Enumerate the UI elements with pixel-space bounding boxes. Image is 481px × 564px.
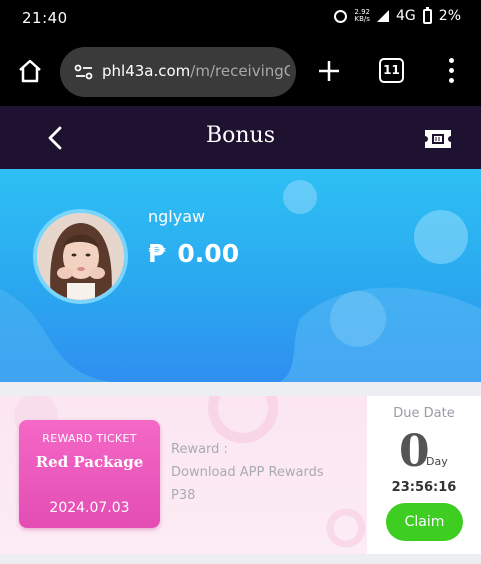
battery-icon <box>422 6 432 24</box>
data-rate-unit: KB/s <box>354 15 370 23</box>
username: nglyaw <box>148 207 206 226</box>
ticket-date: 2024.07.03 <box>49 500 130 516</box>
reward-amount: P38 <box>171 488 196 503</box>
due-unit: Day <box>426 455 448 468</box>
avatar[interactable] <box>33 209 128 304</box>
app-header: Bonus <box>0 106 481 169</box>
url-text[interactable]: phl43a.com/m/receivingC <box>102 62 290 80</box>
data-rate: 2.92 KB/s <box>354 9 370 23</box>
currency-symbol: ₱ <box>148 239 166 268</box>
status-time: 21:40 <box>22 9 68 27</box>
due-countdown: 23:56:16 <box>391 480 457 495</box>
more-menu-icon[interactable] <box>441 56 461 86</box>
menu-dot <box>449 68 454 73</box>
due-days: 0 <box>399 426 430 477</box>
alarm-icon <box>334 9 348 23</box>
profile-banner: nglyaw ₱ 0.00 <box>0 169 481 382</box>
due-section: Due Date 0 Day 23:56:16 Claim <box>367 396 481 554</box>
network-type: 4G <box>396 8 416 24</box>
status-icons: 2.92 KB/s 4G 2% <box>334 6 461 24</box>
url-host: phl43a.com <box>102 62 191 80</box>
reward-description: Reward : Download APP Rewards P38 <box>171 438 324 507</box>
reward-title: Download APP Rewards <box>171 465 324 480</box>
page-title: Bonus <box>205 123 276 148</box>
status-bar: 21:40 2.92 KB/s 4G 2% <box>0 0 481 38</box>
menu-dot <box>449 58 454 63</box>
ticket-kicker: REWARD TICKET <box>42 432 137 445</box>
bonus-card: REWARD TICKET Red Package 2024.07.03 Rew… <box>0 396 481 554</box>
claim-button[interactable]: Claim <box>386 503 463 541</box>
tabs-icon[interactable]: 11 <box>379 58 404 83</box>
browser-toolbar: phl43a.com/m/receivingC 11 <box>0 38 481 106</box>
reward-label: Reward : <box>171 442 228 457</box>
bonus-details: REWARD TICKET Red Package 2024.07.03 Rew… <box>0 396 367 554</box>
balance-amount: 0.00 <box>177 239 240 268</box>
reward-ticket: REWARD TICKET Red Package 2024.07.03 <box>19 420 160 528</box>
due-label: Due Date <box>393 406 455 421</box>
ticket-name: Red Package <box>35 453 144 471</box>
new-tab-icon[interactable] <box>316 58 342 84</box>
battery-level: 2% <box>438 8 461 24</box>
ticket-icon[interactable] <box>423 128 453 150</box>
home-icon[interactable] <box>17 58 43 84</box>
address-bar[interactable]: phl43a.com/m/receivingC <box>60 47 296 97</box>
url-path: /m/receivingC <box>190 62 290 80</box>
menu-dot <box>449 78 454 83</box>
signal-icon <box>377 10 390 22</box>
site-settings-icon[interactable] <box>74 62 94 82</box>
avatar-image <box>37 213 124 300</box>
balance: ₱ 0.00 <box>148 239 239 268</box>
